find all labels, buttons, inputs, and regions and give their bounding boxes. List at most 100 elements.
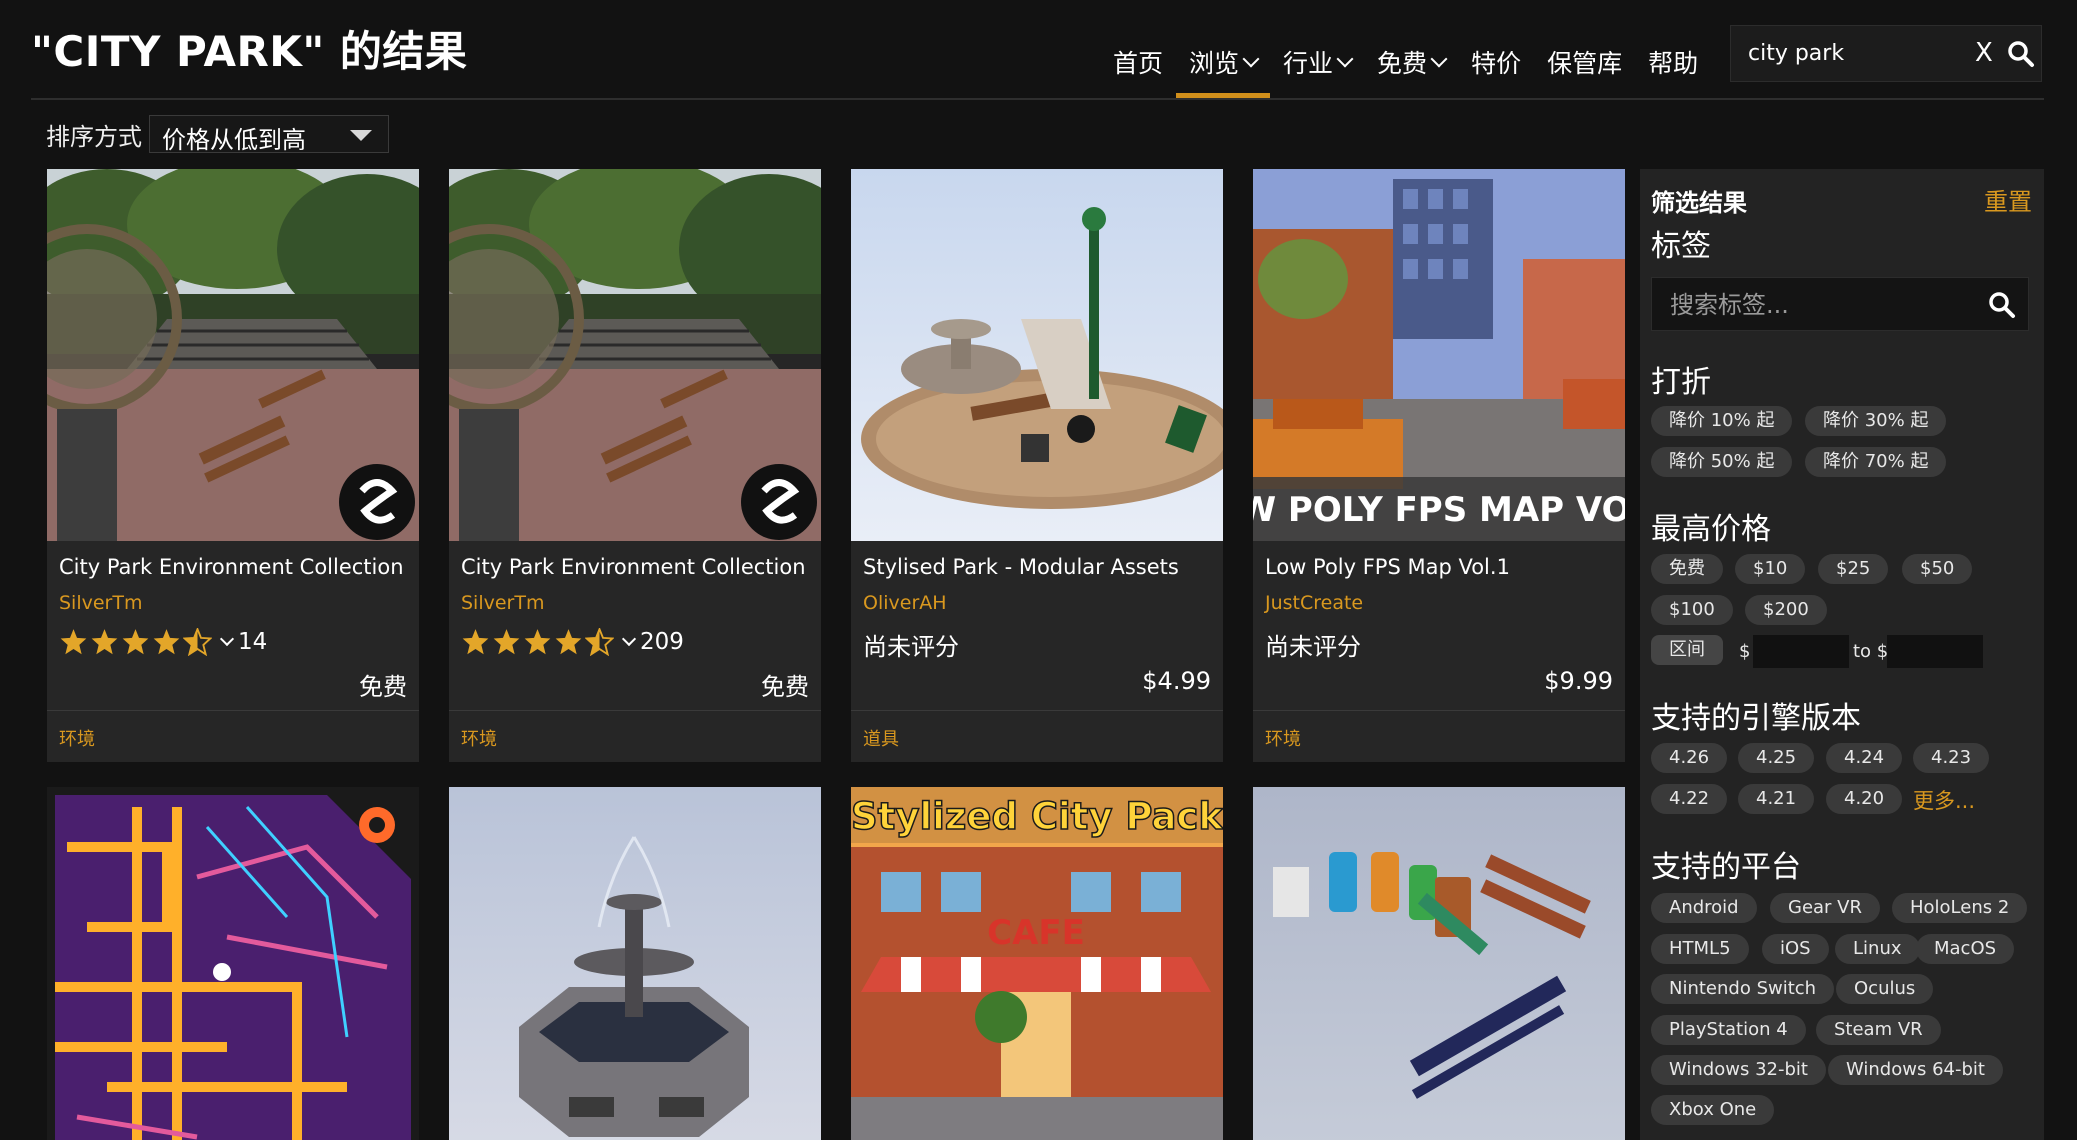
star-rating	[461, 628, 616, 656]
tag-search	[1651, 277, 2029, 331]
product-thumbnail[interactable]: LOW POLY FPS MAP VOL.1	[1253, 169, 1625, 541]
platform-chip[interactable]: Linux	[1835, 934, 1920, 964]
nav-help[interactable]: 帮助	[1635, 26, 1711, 98]
category-link[interactable]: 道具	[863, 725, 899, 751]
discount-chip[interactable]: 降价 70% 起	[1805, 447, 1947, 477]
platform-chip[interactable]: Oculus	[1836, 974, 1934, 1004]
star-icon	[153, 629, 180, 655]
star-icon	[122, 629, 149, 655]
price: 免费	[359, 673, 407, 701]
filter-sidebar: 筛选结果 重置 标签 打折 降价 10% 起 降价 30% 起 降价 50% 起…	[1640, 169, 2044, 1140]
reset-filters-link[interactable]: 重置	[1984, 182, 2032, 217]
platform-chip[interactable]: Steam VR	[1816, 1015, 1941, 1045]
range-to-input[interactable]	[1887, 635, 1983, 668]
product-thumbnail[interactable]	[449, 169, 821, 541]
category-link[interactable]: 环境	[1265, 725, 1301, 751]
tag-search-input[interactable]	[1668, 288, 1982, 322]
search-icon[interactable]	[1988, 291, 2016, 319]
search-input[interactable]: city park	[1748, 41, 1844, 66]
product-card[interactable]: CAFE Stylized City Pack	[851, 787, 1223, 1140]
max-price-heading: 最高价格	[1651, 512, 1771, 547]
platform-chip[interactable]: Windows 64-bit	[1828, 1055, 2003, 1085]
platform-chip[interactable]: MacOS	[1916, 934, 2015, 964]
chevron-down-icon	[621, 631, 637, 647]
product-card[interactable]: City Park Environment Collection SilverT…	[449, 169, 821, 762]
chevron-down-icon	[219, 631, 235, 647]
nav-sale[interactable]: 特价	[1458, 26, 1534, 98]
star-icon	[524, 629, 551, 655]
seller-link[interactable]: SilverTm	[461, 592, 544, 614]
price-chip[interactable]: $100	[1651, 595, 1733, 625]
price-chip[interactable]: $10	[1735, 554, 1806, 584]
rating[interactable]: 209	[461, 627, 684, 657]
platform-chip[interactable]: iOS	[1762, 934, 1829, 964]
seller-link[interactable]: JustCreate	[1265, 592, 1363, 614]
rating[interactable]: 14	[59, 627, 267, 657]
product-thumbnail[interactable]	[1253, 787, 1625, 1140]
range-from-prefix: $	[1739, 641, 1751, 662]
product-card[interactable]	[47, 787, 419, 1140]
product-title[interactable]: Low Poly FPS Map Vol.1	[1265, 555, 1615, 579]
sort-dropdown[interactable]: 价格从低到高	[149, 115, 389, 154]
nav-industries[interactable]: 行业	[1270, 26, 1364, 98]
product-card[interactable]	[449, 787, 821, 1140]
engine-chip[interactable]: 4.25	[1738, 743, 1815, 773]
engine-chip[interactable]: 4.20	[1826, 784, 1903, 814]
caret-down-icon	[350, 130, 372, 141]
product-card[interactable]	[1253, 787, 1625, 1140]
nav-vault[interactable]: 保管库	[1534, 26, 1635, 98]
price-chip[interactable]: $50	[1902, 554, 1973, 584]
platforms-heading: 支持的平台	[1651, 850, 1801, 885]
price-chip[interactable]: 免费	[1651, 554, 1723, 584]
search-box[interactable]: city park X	[1730, 25, 2042, 82]
discount-chip[interactable]: 降价 30% 起	[1805, 406, 1947, 436]
product-thumbnail[interactable]	[851, 169, 1223, 541]
price-chip[interactable]: $25	[1818, 554, 1889, 584]
discount-chip[interactable]: 降价 10% 起	[1651, 406, 1793, 436]
price: $9.99	[1544, 667, 1613, 695]
platform-chip[interactable]: Android	[1651, 893, 1757, 923]
header-divider	[31, 98, 2044, 100]
star-icon	[493, 629, 520, 655]
platform-chip[interactable]: HTML5	[1651, 934, 1749, 964]
price-chip[interactable]: $200	[1745, 595, 1827, 625]
nav-browse[interactable]: 浏览	[1176, 26, 1271, 98]
price-range-chip[interactable]: 区间	[1651, 635, 1723, 665]
chevron-down-icon	[1336, 50, 1354, 68]
product-card[interactable]: LOW POLY FPS MAP VOL.1 Low Poly FPS Map …	[1253, 169, 1625, 762]
platform-chip[interactable]: HoloLens 2	[1892, 893, 2028, 923]
engine-chip[interactable]: 4.26	[1651, 743, 1728, 773]
engine-chip[interactable]: 4.23	[1913, 743, 1990, 773]
product-thumbnail[interactable]: CAFE Stylized City Pack	[851, 787, 1223, 1140]
seller-link[interactable]: SilverTm	[59, 592, 142, 614]
rating-status: 尚未评分	[863, 633, 959, 661]
category-link[interactable]: 环境	[461, 725, 497, 751]
product-thumbnail[interactable]	[47, 169, 419, 541]
engine-chip[interactable]: 4.21	[1738, 784, 1815, 814]
platform-chip[interactable]: Xbox One	[1651, 1095, 1775, 1125]
product-card[interactable]: City Park Environment Collection ... Sil…	[47, 169, 419, 762]
platform-chip[interactable]: PlayStation 4	[1651, 1015, 1806, 1045]
platform-chip[interactable]: Gear VR	[1770, 893, 1880, 923]
nav-home[interactable]: 首页	[1100, 26, 1176, 98]
clear-search-button[interactable]: X	[1975, 38, 1993, 68]
platform-chip[interactable]: Nintendo Switch	[1651, 974, 1835, 1004]
engine-chip[interactable]: 4.22	[1651, 784, 1728, 814]
search-icon[interactable]	[2007, 40, 2035, 68]
discount-chip[interactable]: 降价 50% 起	[1651, 447, 1793, 477]
engine-chip[interactable]: 4.24	[1826, 743, 1903, 773]
filter-title: 筛选结果	[1651, 189, 1747, 217]
product-thumbnail[interactable]	[47, 787, 419, 1140]
product-card[interactable]: Stylised Park - Modular Assets OliverAH …	[851, 169, 1223, 762]
category-link[interactable]: 环境	[59, 725, 95, 751]
range-from-input[interactable]	[1753, 635, 1849, 668]
seller-link[interactable]: OliverAH	[863, 592, 947, 614]
product-thumbnail[interactable]	[449, 787, 821, 1140]
platform-chip[interactable]: Windows 32-bit	[1651, 1055, 1826, 1085]
rating-status: 尚未评分	[1265, 633, 1361, 661]
product-title[interactable]: City Park Environment Collection	[461, 555, 811, 579]
nav-free[interactable]: 免费	[1364, 26, 1458, 98]
more-versions-link[interactable]: 更多...	[1913, 785, 1975, 815]
product-title[interactable]: Stylised Park - Modular Assets	[863, 555, 1213, 579]
product-title[interactable]: City Park Environment Collection ...	[59, 555, 409, 579]
